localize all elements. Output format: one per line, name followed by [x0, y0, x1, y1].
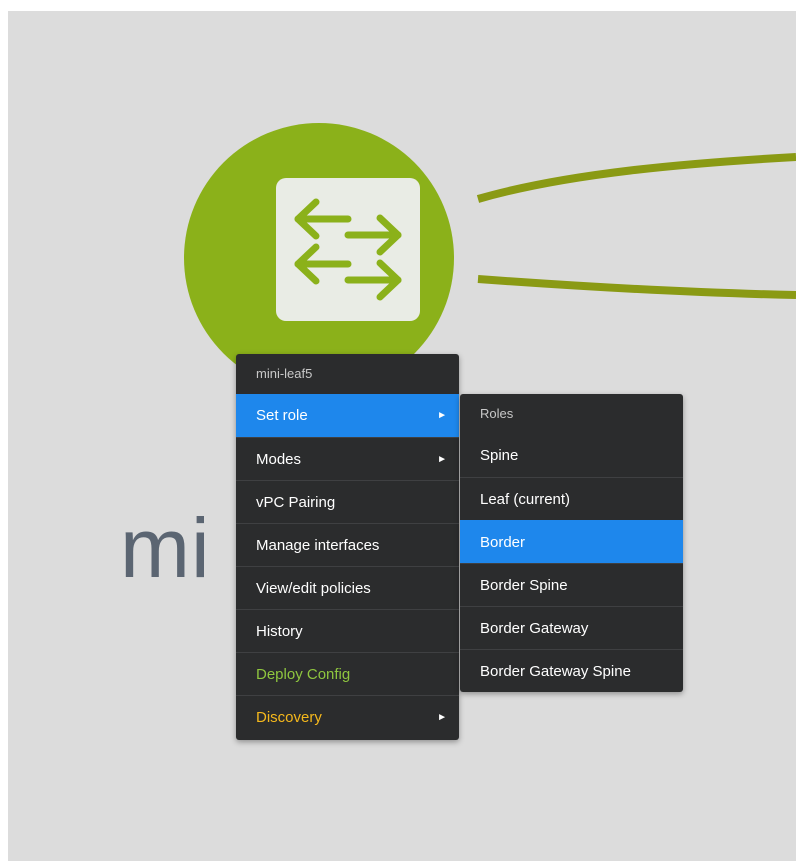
chevron-right-icon: ►	[437, 712, 447, 723]
menu-item-modes[interactable]: Modes ►	[236, 437, 459, 480]
menu-item-vpc-pairing[interactable]: vPC Pairing	[236, 480, 459, 523]
role-item-label: Spine	[480, 447, 519, 464]
switch-arrows-icon	[276, 178, 420, 321]
menu-item-discovery[interactable]: Discovery ►	[236, 695, 459, 738]
role-item-border-gateway[interactable]: Border Gateway	[460, 606, 683, 649]
chevron-right-icon: ►	[437, 454, 447, 465]
role-item-border[interactable]: Border	[460, 520, 683, 563]
menu-item-deploy-config[interactable]: Deploy Config	[236, 652, 459, 695]
menu-item-history[interactable]: History	[236, 609, 459, 652]
menu-item-label: View/edit policies	[256, 580, 371, 597]
menu-item-label: Modes	[256, 451, 302, 468]
roles-submenu-title: Roles	[480, 406, 514, 421]
role-item-spine[interactable]: Spine	[460, 434, 683, 477]
role-item-label: Leaf (current)	[480, 491, 571, 508]
menu-item-view-edit-policies[interactable]: View/edit policies	[236, 566, 459, 609]
role-item-label: Border Gateway Spine	[480, 663, 631, 680]
link-line-upper[interactable]	[476, 153, 796, 203]
roles-submenu: Roles Spine Leaf (current) Border Border…	[460, 394, 683, 692]
role-item-label: Border	[480, 534, 526, 551]
topology-canvas[interactable]: mi mini-leaf5 Set role ► Modes ► vPC Pai…	[8, 11, 796, 861]
node-name-label: mi	[120, 501, 211, 595]
role-item-label: Border Spine	[480, 577, 568, 594]
menu-item-set-role[interactable]: Set role ►	[236, 394, 459, 437]
node-context-menu: mini-leaf5 Set role ► Modes ► vPC Pairin…	[236, 354, 459, 740]
menu-item-manage-interfaces[interactable]: Manage interfaces	[236, 523, 459, 566]
menu-item-label: vPC Pairing	[256, 494, 336, 511]
menu-item-label: Discovery	[256, 709, 322, 726]
role-item-border-spine[interactable]: Border Spine	[460, 563, 683, 606]
role-item-leaf[interactable]: Leaf (current)	[460, 477, 683, 520]
chevron-right-icon: ►	[437, 410, 447, 421]
menu-item-label: Manage interfaces	[256, 537, 380, 554]
menu-item-label: History	[256, 623, 303, 640]
context-menu-title: mini-leaf5	[256, 366, 313, 381]
menu-item-label: Set role	[256, 407, 308, 424]
role-item-label: Border Gateway	[480, 620, 589, 637]
link-line-lower[interactable]	[477, 275, 796, 299]
menu-item-label: Deploy Config	[256, 666, 351, 683]
role-item-border-gateway-spine[interactable]: Border Gateway Spine	[460, 649, 683, 692]
